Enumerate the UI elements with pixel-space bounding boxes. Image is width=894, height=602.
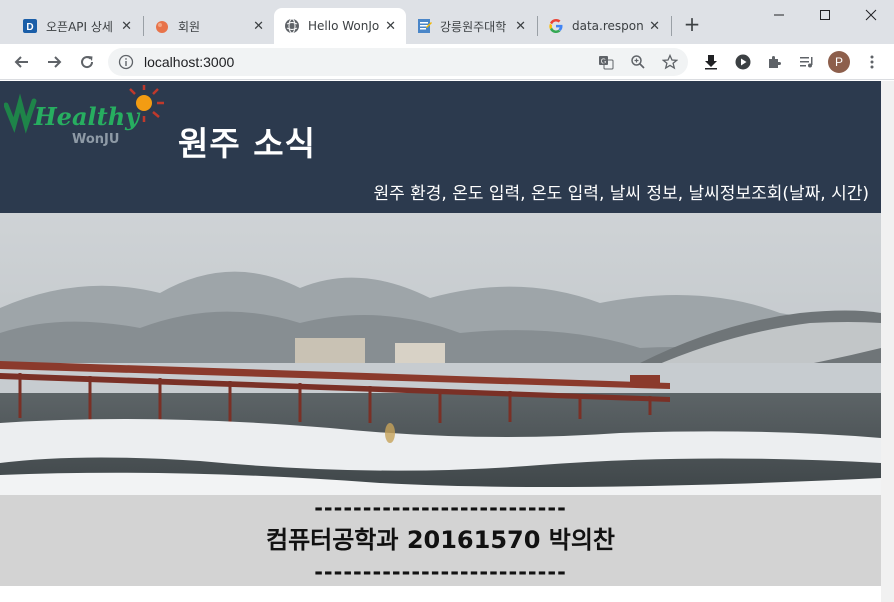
reload-icon[interactable]	[75, 50, 99, 74]
close-icon[interactable]: ✕	[385, 19, 396, 34]
hero-image-wonju-lake	[0, 213, 881, 495]
tab-strip: D 오픈API 상세 ✕ 회원 ✕ Hello WonJo ✕ 강릉원주대학 ✕…	[0, 0, 894, 44]
window-close-icon[interactable]	[848, 0, 894, 30]
browser-toolbar: localhost:3000 G	[0, 44, 894, 80]
close-icon[interactable]: ✕	[515, 19, 526, 34]
logo-subtext: WonJU	[72, 132, 119, 147]
divider-bottom: --------------------------	[314, 560, 567, 584]
svg-text:D: D	[26, 22, 33, 33]
doc-icon	[416, 18, 432, 34]
url-text: localhost:3000	[144, 54, 235, 70]
page-subtitle: 원주 환경, 온도 입력, 온도 입력, 날씨 정보, 날씨정보조회(날짜, 시…	[373, 184, 869, 204]
tab-data-response[interactable]: data.respons ✕	[538, 8, 670, 44]
site-header: Healthy WonJU 원주 소식 원주 환경, 온도 입력, 온도 입력,…	[0, 81, 881, 213]
puzzle-extensions-icon[interactable]	[764, 52, 784, 72]
tab-title: data.respons	[572, 19, 644, 33]
close-icon[interactable]: ✕	[121, 19, 132, 34]
d-icon: D	[22, 18, 38, 34]
page-content: Healthy WonJU 원주 소식 원주 환경, 온도 입력, 온도 입력,…	[0, 81, 881, 586]
forward-arrow-icon[interactable]	[42, 50, 66, 74]
info-icon[interactable]	[118, 54, 134, 74]
tab-openapi[interactable]: D 오픈API 상세 ✕	[12, 8, 142, 44]
minimize-icon[interactable]	[756, 0, 802, 30]
translate-icon[interactable]: G	[596, 52, 616, 72]
google-icon	[548, 18, 564, 34]
menu-dots-icon[interactable]	[862, 52, 882, 72]
new-tab-button[interactable]: +	[681, 13, 703, 35]
orange-blob-icon	[154, 18, 170, 34]
divider-top: --------------------------	[314, 496, 567, 520]
tab-title: 회원	[178, 19, 201, 34]
tab-hello-wonjo[interactable]: Hello WonJo ✕	[274, 8, 406, 44]
media-queue-icon[interactable]	[797, 52, 817, 72]
page-title: 원주 소식	[178, 124, 316, 163]
profile-avatar[interactable]: P	[828, 51, 850, 73]
globe-icon	[284, 18, 300, 34]
tab-divider	[671, 16, 672, 36]
logo-wordmark: Healthy	[33, 102, 141, 131]
tab-title: 강릉원주대학	[440, 19, 507, 34]
student-info: -------------------------- 컴퓨터공학과 201615…	[0, 495, 881, 586]
bookmark-star-icon[interactable]	[660, 52, 680, 72]
address-bar[interactable]: localhost:3000 G	[108, 48, 688, 76]
vertical-scrollbar[interactable]	[881, 81, 894, 602]
tab-title: 오픈API 상세	[46, 19, 113, 34]
play-extension-icon[interactable]	[733, 52, 753, 72]
maximize-icon[interactable]	[802, 0, 848, 30]
student-name: 컴퓨터공학과 20161570 박의찬	[265, 526, 616, 554]
close-icon[interactable]: ✕	[253, 19, 264, 34]
back-arrow-icon[interactable]	[10, 50, 34, 74]
tab-title: Hello WonJo	[308, 19, 380, 33]
download-extension-icon[interactable]	[701, 52, 721, 72]
healthy-wonju-logo: Healthy WonJU	[3, 85, 164, 155]
zoom-icon[interactable]	[628, 52, 648, 72]
close-icon[interactable]: ✕	[649, 19, 660, 34]
tab-member[interactable]: 회원 ✕	[144, 8, 274, 44]
tab-gangneung[interactable]: 강릉원주대학 ✕	[406, 8, 536, 44]
